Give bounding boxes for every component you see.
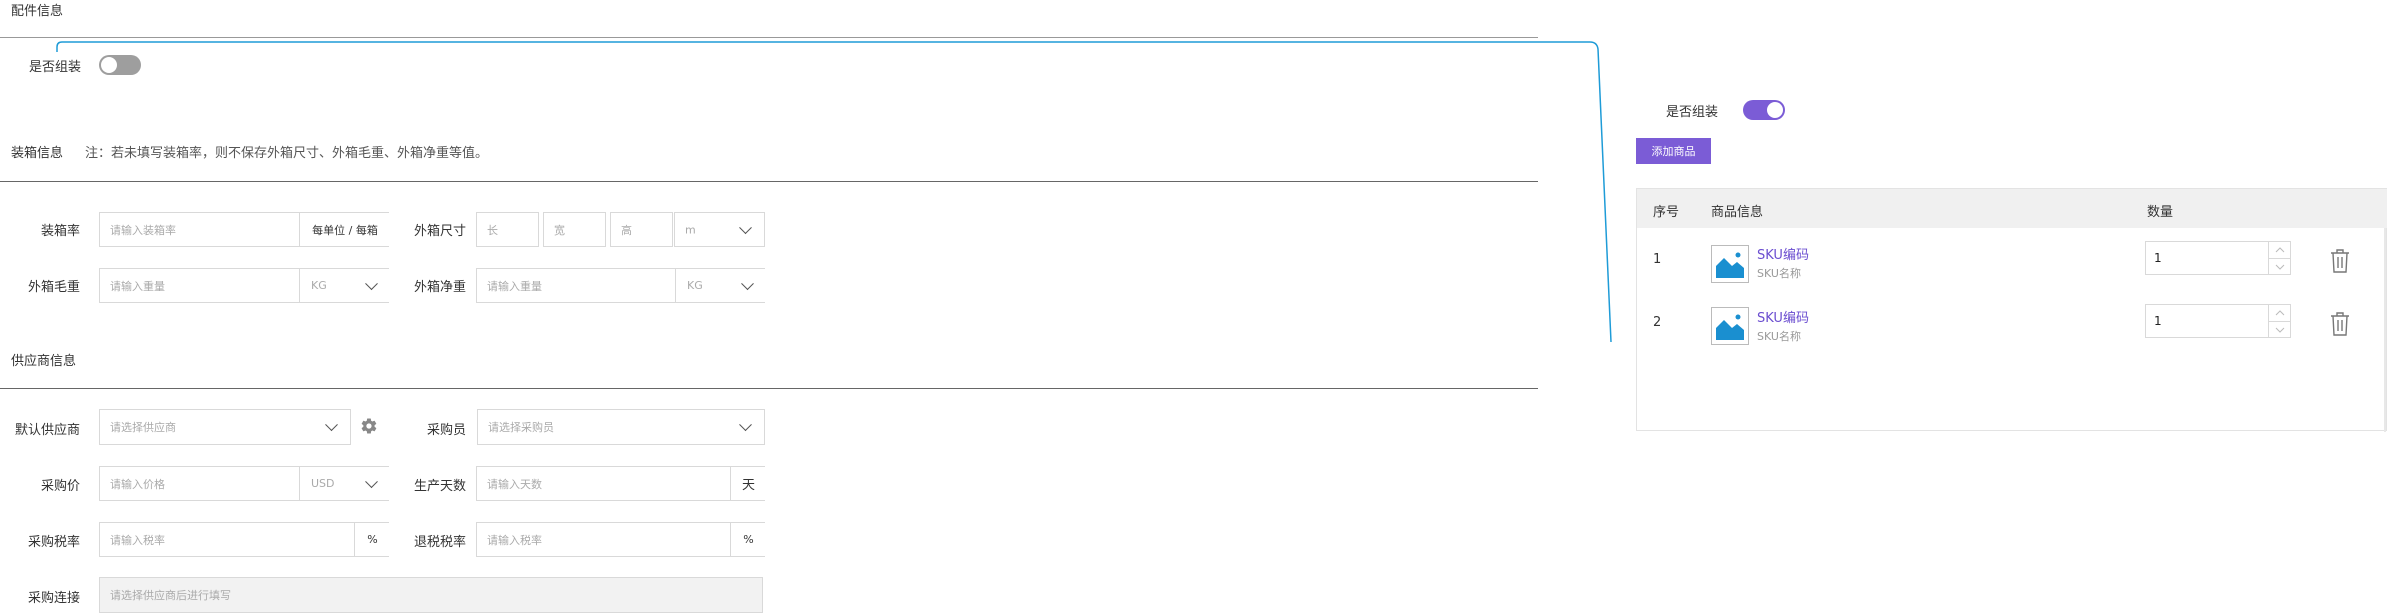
- column-header-qty: 数量: [2147, 205, 2174, 220]
- product-image-icon: [1711, 307, 1749, 345]
- stepper-up-icon[interactable]: [2268, 305, 2290, 321]
- quantity-value: 1: [2154, 251, 2162, 265]
- product-table: 序号 商品信息 数量 1 SKU编码 SKU名称 1 2 SKU编码 SKU名称…: [1636, 188, 2387, 432]
- quantity-stepper[interactable]: 1: [2145, 241, 2291, 275]
- stepper-up-icon[interactable]: [2268, 242, 2290, 258]
- column-header-index: 序号: [1653, 205, 1680, 220]
- sku-code-link[interactable]: SKU编码: [1757, 244, 1809, 263]
- assembly-toggle-on[interactable]: [1743, 100, 1785, 120]
- stepper-down-icon[interactable]: [2268, 258, 2290, 274]
- row-index: 1: [1653, 252, 1662, 267]
- sku-name: SKU名称: [1757, 330, 1801, 343]
- add-product-button[interactable]: 添加商品: [1636, 138, 1711, 164]
- column-header-info: 商品信息: [1711, 205, 1764, 220]
- trash-icon[interactable]: [2329, 248, 2351, 274]
- row-index: 2: [1653, 315, 1662, 330]
- scrollbar[interactable]: [2384, 228, 2386, 432]
- sku-name: SKU名称: [1757, 267, 1801, 280]
- assembly-label: 是否组装: [1666, 105, 1719, 120]
- stepper-down-icon[interactable]: [2268, 321, 2290, 337]
- product-image-icon: [1711, 245, 1749, 283]
- sku-code-link[interactable]: SKU编码: [1757, 307, 1809, 326]
- trash-icon[interactable]: [2329, 311, 2351, 337]
- quantity-value: 1: [2154, 314, 2162, 328]
- quantity-stepper[interactable]: 1: [2145, 304, 2291, 338]
